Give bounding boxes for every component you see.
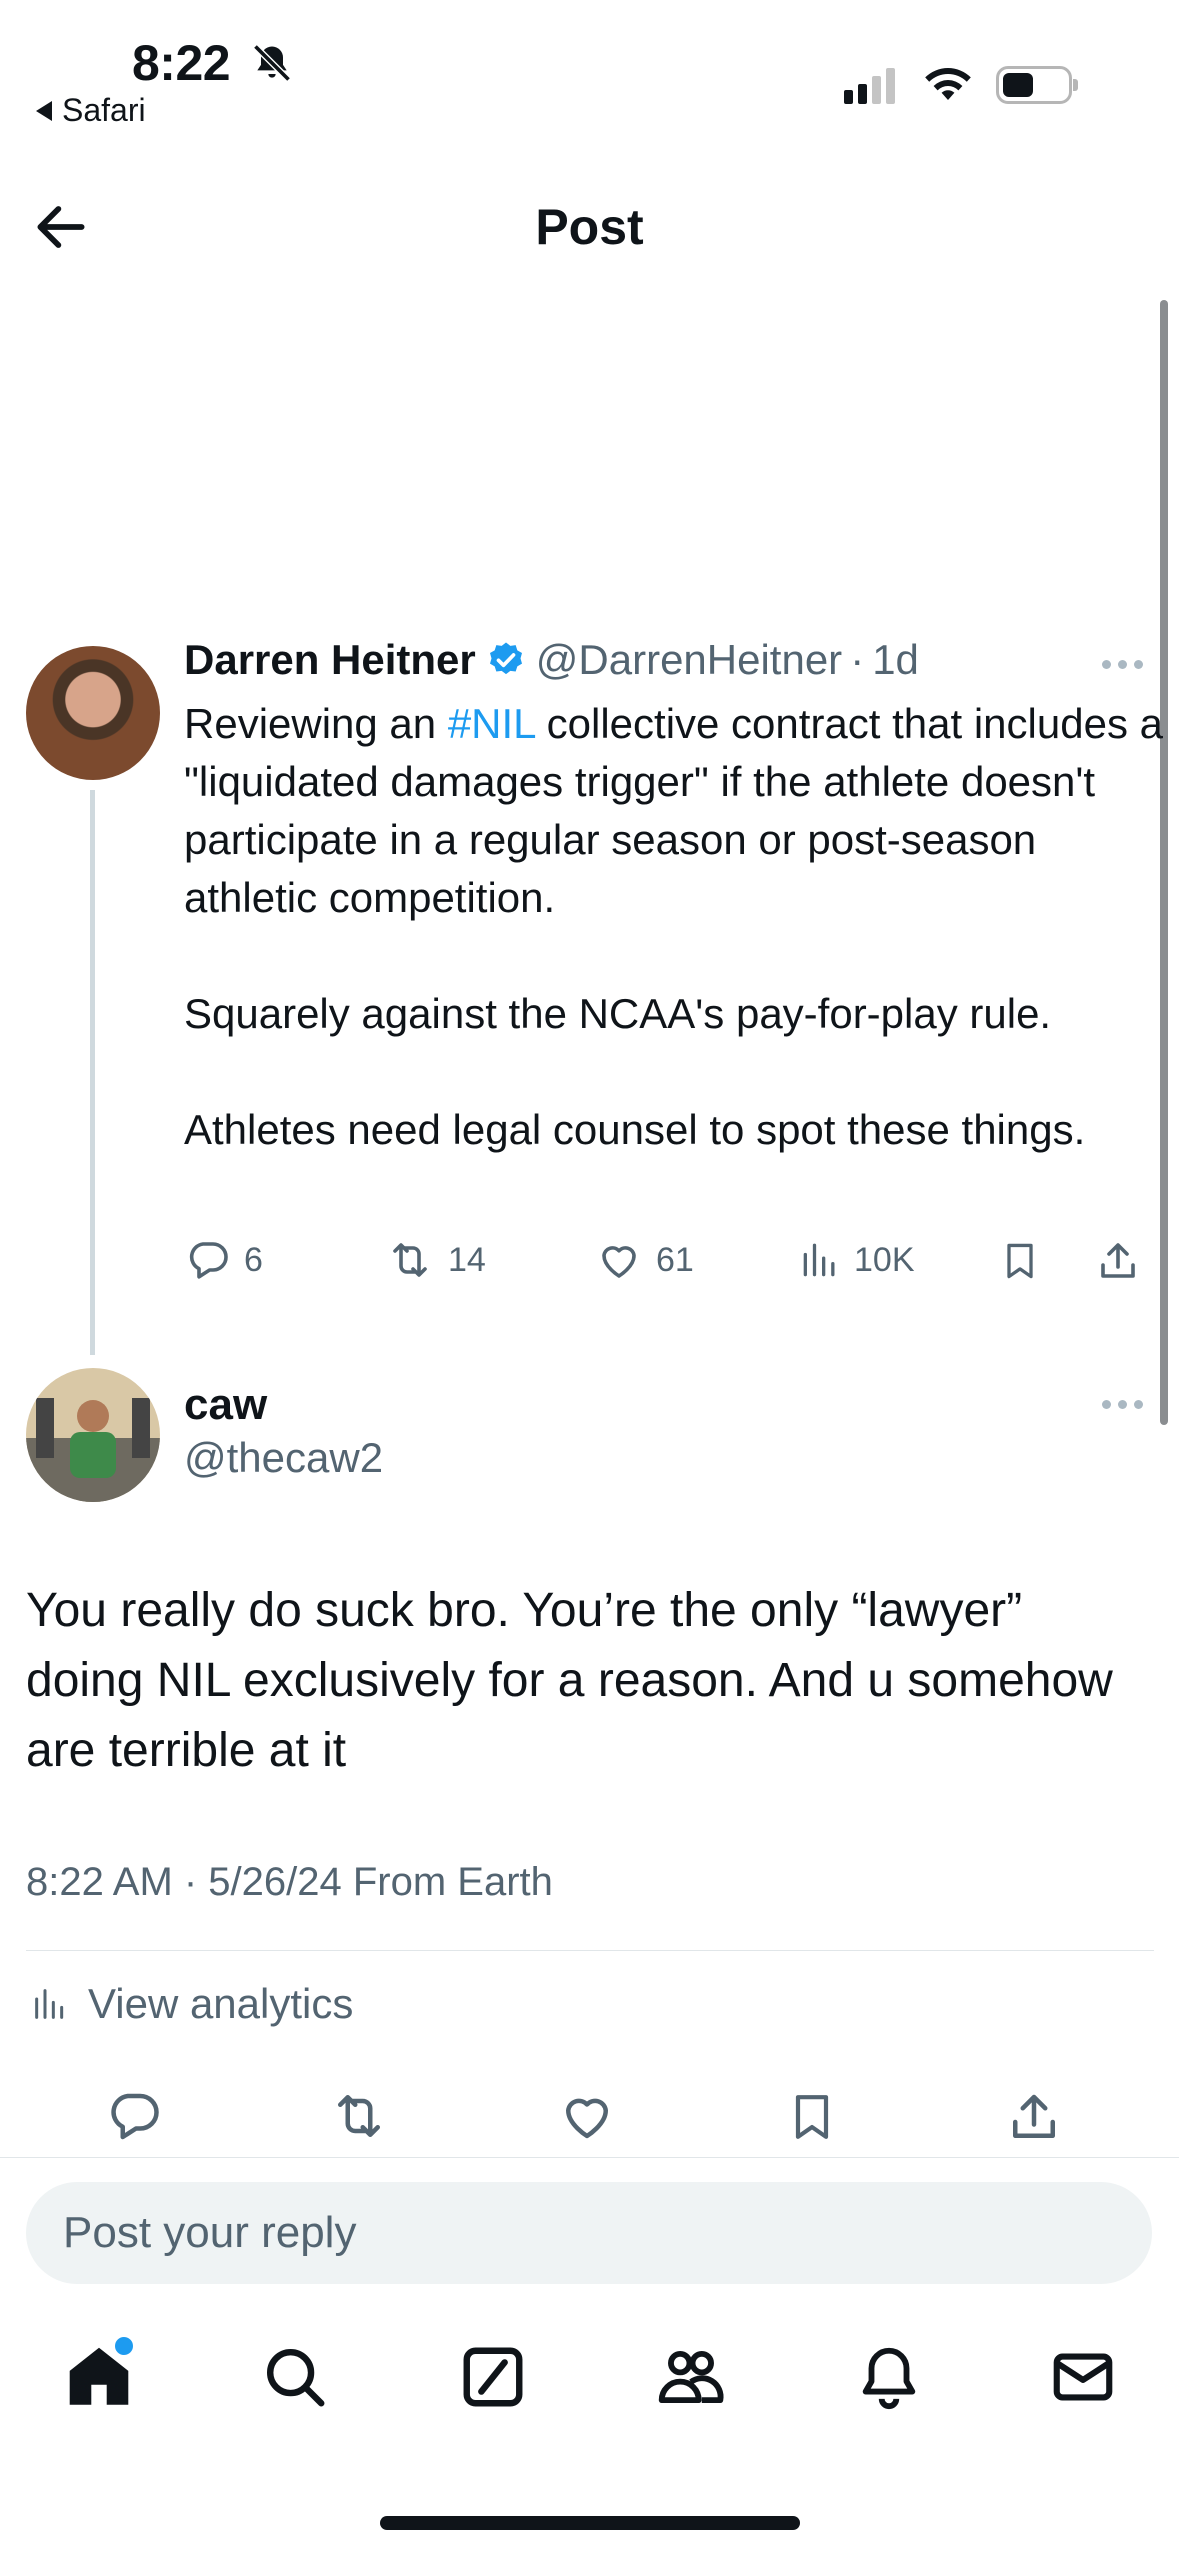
like-count: 61	[656, 1240, 694, 1279]
divider	[26, 1950, 1154, 1951]
communities-icon[interactable]	[654, 2340, 728, 2414]
home-indicator-bar[interactable]	[380, 2516, 800, 2530]
analytics-icon	[798, 1236, 842, 1284]
reply-author-name[interactable]: caw	[184, 1380, 267, 1430]
back-triangle-icon	[36, 100, 52, 121]
divider	[0, 2157, 1179, 2158]
reply-post-text: You really do suck bro. You’re the only …	[26, 1584, 1113, 1777]
post-text-segment: Reviewing an	[184, 700, 448, 747]
parent-post-actions: 6 14 61 10K	[184, 1236, 1150, 1296]
wifi-icon	[922, 64, 974, 104]
thread-connector-line	[90, 790, 95, 1355]
analytics-icon	[30, 1982, 70, 2026]
repost-button[interactable]: 14	[384, 1236, 486, 1284]
share-button[interactable]	[1094, 1236, 1142, 1286]
like-button[interactable]: 61	[594, 1236, 694, 1284]
page-title: Post	[535, 199, 644, 255]
bookmark-icon[interactable]	[784, 2086, 840, 2148]
reply-author-handle[interactable]: @thecaw2	[184, 1434, 383, 1482]
more-options-icon[interactable]	[1102, 660, 1143, 669]
messages-envelope-icon[interactable]	[1048, 2342, 1118, 2412]
reply-icon[interactable]	[104, 2086, 164, 2146]
notifications-bell-icon[interactable]	[854, 2340, 924, 2414]
bottom-tab-bar	[0, 2330, 1179, 2430]
meta-separator: ·	[850, 636, 865, 683]
view-count: 10K	[854, 1240, 915, 1279]
bell-muted-icon	[250, 40, 294, 86]
reply-icon	[184, 1236, 232, 1284]
repost-count: 14	[448, 1240, 486, 1279]
hashtag-link[interactable]: #NIL	[448, 700, 535, 747]
parent-post-text: Reviewing an #NIL collective contract th…	[184, 695, 1164, 1159]
search-icon[interactable]	[260, 2342, 330, 2412]
parent-post-header: Darren Heitner @DarrenHeitner · 1d	[184, 636, 919, 684]
back-app-label: Safari	[62, 92, 146, 128]
post-timestamp: 8:22 AM · 5/26/24 From Earth	[26, 1860, 553, 1904]
heart-icon[interactable]	[556, 2086, 618, 2146]
repost-icon[interactable]	[326, 2086, 392, 2146]
reply-post-actions	[100, 2086, 1080, 2150]
view-analytics-link[interactable]: View analytics	[30, 1980, 353, 2028]
reply-button[interactable]: 6	[184, 1236, 263, 1284]
reply-composer	[26, 2182, 1152, 2284]
avatar-darren-heitner[interactable]	[26, 646, 160, 780]
view-analytics-label: View analytics	[88, 1980, 354, 2027]
repost-icon	[384, 1236, 436, 1284]
reply-count: 6	[244, 1240, 263, 1279]
verified-badge-icon	[486, 640, 526, 680]
cellular-signal-icon	[844, 68, 895, 104]
share-icon	[1094, 1236, 1142, 1286]
battery-icon	[996, 66, 1078, 104]
author-handle[interactable]: @DarrenHeitner	[536, 636, 842, 684]
bookmark-button[interactable]	[998, 1236, 1042, 1286]
more-options-icon[interactable]	[1102, 1400, 1143, 1409]
author-name[interactable]: Darren Heitner	[184, 636, 476, 684]
back-to-app-link[interactable]: Safari	[36, 92, 146, 129]
post-age[interactable]: 1d	[872, 636, 919, 684]
grok-icon[interactable]	[458, 2342, 528, 2412]
bookmark-icon	[998, 1236, 1042, 1286]
share-icon[interactable]	[1004, 2086, 1064, 2148]
avatar-caw[interactable]	[26, 1368, 160, 1502]
reply-input[interactable]	[26, 2182, 1152, 2284]
views-button[interactable]: 10K	[798, 1236, 915, 1284]
status-time: 8:22	[132, 35, 231, 91]
heart-icon	[594, 1236, 644, 1284]
new-posts-indicator-dot	[112, 2334, 136, 2358]
post-text-segment: collective contract that includes a "liq…	[184, 700, 1163, 1153]
